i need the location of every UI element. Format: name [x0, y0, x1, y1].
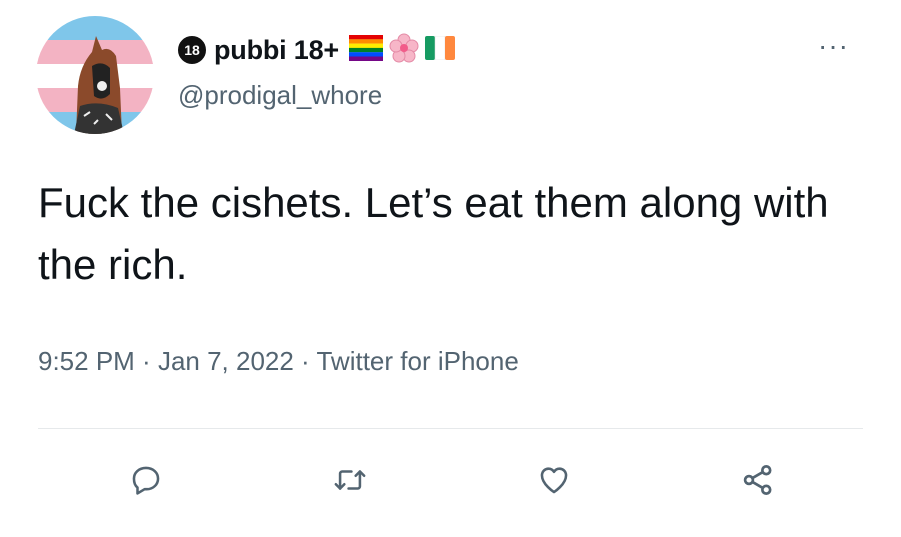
- reply-icon: [129, 463, 163, 502]
- tweet-source[interactable]: Twitter for iPhone: [316, 346, 518, 376]
- user-name-row: 18 pubbi 18+: [178, 30, 461, 70]
- share-button[interactable]: [736, 460, 780, 504]
- retweet-icon: [332, 463, 368, 502]
- retweet-button[interactable]: [328, 460, 372, 504]
- reply-button[interactable]: [124, 460, 168, 504]
- avatar[interactable]: [36, 16, 154, 134]
- tweet-meta: 9:52 PM · Jan 7, 2022 · Twitter for iPho…: [38, 346, 519, 377]
- ireland-flag-icon: [424, 35, 455, 65]
- meta-separator: ·: [293, 346, 317, 376]
- tweet-date[interactable]: Jan 7, 2022: [158, 346, 294, 376]
- tweet-time[interactable]: 9:52 PM: [38, 346, 135, 376]
- divider: [38, 428, 863, 429]
- user-handle[interactable]: @prodigal_whore: [178, 80, 382, 111]
- like-icon: [536, 463, 572, 502]
- rainbow-flag-icon: [348, 34, 383, 66]
- action-bar: [0, 460, 901, 510]
- meta-separator: ·: [134, 346, 158, 376]
- cherry-blossom-icon: [389, 33, 419, 68]
- like-button[interactable]: [532, 460, 576, 504]
- more-dots-icon[interactable]: ···: [818, 32, 849, 60]
- share-icon: [740, 462, 776, 503]
- display-name[interactable]: pubbi 18+: [214, 35, 339, 66]
- flags: [348, 33, 461, 68]
- age-18-icon: 18: [178, 36, 206, 64]
- tweet-text: Fuck the cishets. Let’s eat them along w…: [38, 179, 829, 288]
